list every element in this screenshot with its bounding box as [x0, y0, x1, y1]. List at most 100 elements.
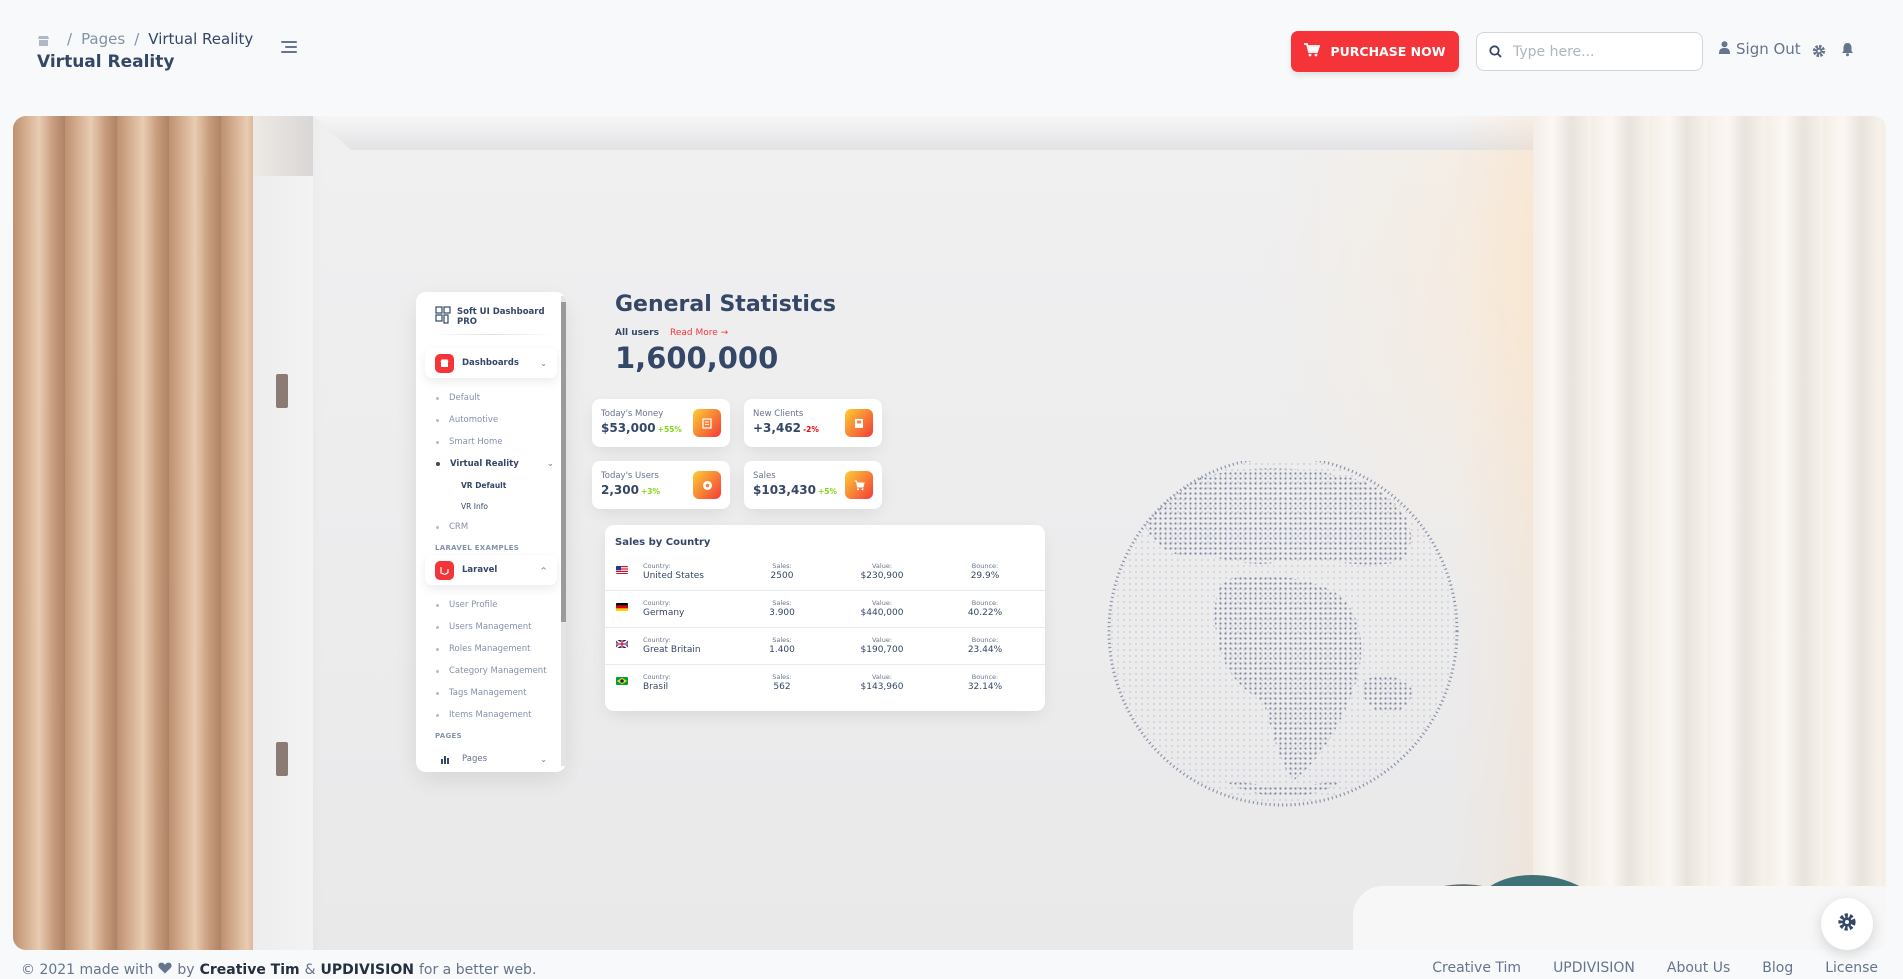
- sidenav-toggle-icon[interactable]: [281, 41, 299, 55]
- pages-heading: PAGES: [435, 732, 462, 740]
- sales-header: Sales:: [772, 562, 792, 570]
- nav-item-virtual-reality[interactable]: Virtual Reality ⌄: [436, 459, 554, 469]
- stat-label: New Clients: [753, 409, 804, 419]
- de-flag-icon: [616, 603, 628, 611]
- laravel-examples-heading: LARAVEL EXAMPLES: [435, 544, 520, 552]
- value-header: Value:: [871, 673, 893, 681]
- nav-item-label: Roles Management: [449, 644, 531, 654]
- nav-item-tags-management[interactable]: Tags Management: [436, 688, 527, 698]
- breadcrumb-separator: /: [67, 30, 73, 48]
- page-title: Virtual Reality: [37, 52, 175, 72]
- chevron-down-icon: ⌄: [540, 754, 547, 764]
- table-row: Country: Germany Sales: 3.900 Value: $440,0…: [605, 591, 1045, 628]
- stat-number: 2,300: [601, 483, 639, 497]
- country-header: Country:: [643, 673, 671, 681]
- nav-item-label: User Profile: [449, 600, 498, 610]
- configurator-button[interactable]: [1821, 898, 1873, 950]
- read-more-link[interactable]: Read More →: [670, 328, 728, 338]
- book-icon: [845, 409, 873, 437]
- nav-item-roles-management[interactable]: Roles Management: [436, 644, 530, 654]
- sales-by-country-card: Sales by Country Country: United States S…: [605, 525, 1045, 711]
- sales-cell: Sales: 1.400: [767, 636, 797, 655]
- br-flag-icon: [616, 677, 628, 685]
- settings-gear-icon[interactable]: [1812, 43, 1826, 62]
- value-header: Value:: [871, 636, 893, 644]
- value-amount: $143,960: [860, 682, 904, 692]
- bounce-value: 40.22%: [967, 608, 1003, 618]
- globe-icon: [693, 471, 721, 499]
- top-navbar: / Pages / Virtual Reality Virtual Realit…: [0, 0, 1903, 116]
- nav-item-vr-info[interactable]: VR Info: [461, 502, 488, 511]
- bounce-header: Bounce:: [971, 599, 999, 607]
- cart-icon: [845, 471, 873, 499]
- heart-icon: [158, 962, 173, 978]
- footer-link-about-us[interactable]: About Us: [1667, 960, 1730, 976]
- chevron-down-icon: ⌄: [540, 358, 547, 368]
- vr-brand[interactable]: Soft UI Dashboard PRO: [435, 306, 566, 327]
- dotted-globe-illustration[interactable]: [1103, 461, 1463, 821]
- right-curtain-decoration: [1533, 116, 1886, 950]
- nav-item-items-management[interactable]: Items Management: [436, 710, 531, 720]
- gb-flag-icon: [616, 640, 628, 648]
- nav-item-vr-default[interactable]: VR Default: [461, 481, 506, 490]
- nav-item-label: Items Management: [449, 710, 532, 720]
- footer-author-creative-tim[interactable]: Creative Tim: [200, 962, 300, 978]
- footer-link-creative-tim[interactable]: Creative Tim: [1432, 960, 1521, 976]
- nav-laravel[interactable]: Laravel ^: [425, 555, 557, 585]
- nav-item-user-profile[interactable]: User Profile: [436, 600, 498, 610]
- footer-link-license[interactable]: License: [1825, 960, 1878, 976]
- bounce-header: Bounce:: [971, 562, 999, 570]
- brand-logo-icon: [435, 306, 451, 327]
- footer-link-updivision[interactable]: UPDIVISION: [1553, 960, 1635, 976]
- sales-header: Sales:: [772, 599, 792, 607]
- breadcrumb-current: Virtual Reality: [148, 30, 254, 48]
- stat-change: +55%: [657, 425, 682, 434]
- nav-item-automotive[interactable]: Automotive: [436, 415, 498, 425]
- arrow-right-icon: →: [720, 328, 729, 338]
- nav-dashboards[interactable]: Dashboards ⌄: [425, 348, 557, 378]
- value-cell: Value: $143,960: [857, 673, 907, 692]
- purchase-now-label: PURCHASE NOW: [1330, 44, 1446, 59]
- bounce-cell: Bounce: 23.44%: [960, 636, 1010, 655]
- value-header: Value:: [871, 599, 893, 607]
- search-field[interactable]: [1476, 32, 1703, 71]
- purchase-now-button[interactable]: PURCHASE NOW: [1291, 31, 1459, 72]
- ceiling-decoration: [313, 116, 1573, 150]
- nav-item-default[interactable]: Default: [436, 393, 480, 403]
- nav-item-users-management[interactable]: Users Management: [436, 622, 532, 632]
- bounce-cell: Bounce: 29.9%: [960, 562, 1010, 581]
- chevron-down-icon: ⌄: [546, 459, 554, 469]
- bounce-header: Bounce:: [971, 673, 999, 681]
- footer-amp: &: [304, 962, 316, 978]
- shop-icon[interactable]: [37, 33, 50, 46]
- sales-value: 2500: [770, 571, 794, 581]
- stat-card-new-clients: New Clients +3,462 -2%: [744, 399, 882, 447]
- read-more-label: Read More: [670, 328, 718, 338]
- footer-author-updivision[interactable]: UPDIVISION: [321, 962, 414, 978]
- country-cell: Country: United States: [643, 562, 704, 581]
- nav-item-category-management[interactable]: Category Management: [436, 666, 547, 676]
- sign-out-link[interactable]: Sign Out: [1719, 40, 1801, 58]
- cart-icon: [1304, 43, 1321, 60]
- sales-value: 1.400: [769, 645, 795, 655]
- value-cell: Value: $440,000: [857, 599, 907, 618]
- nav-item-smart-home[interactable]: Smart Home: [436, 437, 503, 447]
- search-input[interactable]: [1513, 43, 1693, 60]
- country-name: United States: [643, 571, 704, 581]
- stat-value: +3,462 -2%: [753, 421, 819, 435]
- general-statistics-title: General Statistics: [615, 292, 837, 317]
- footer-by: by: [177, 962, 195, 978]
- breadcrumb-pages[interactable]: Pages: [81, 30, 125, 48]
- nav-item-crm[interactable]: CRM: [436, 522, 468, 532]
- stat-number: $103,430: [753, 483, 817, 497]
- nav-laravel-label: Laravel: [462, 565, 498, 575]
- footer-suffix: for a better web.: [418, 962, 537, 978]
- notifications-bell-icon[interactable]: [1841, 42, 1854, 61]
- table-row: Country: United States Sales: 2500 Value: $…: [605, 554, 1045, 591]
- nav-pages[interactable]: Pages ⌄: [425, 744, 557, 772]
- laravel-icon: [435, 560, 454, 580]
- brand-name: Soft UI Dashboard PRO: [457, 306, 545, 327]
- sidenav-scrollbar[interactable]: [561, 296, 566, 766]
- country-cell: Country: Germany: [643, 599, 684, 618]
- footer-link-blog[interactable]: Blog: [1762, 960, 1793, 976]
